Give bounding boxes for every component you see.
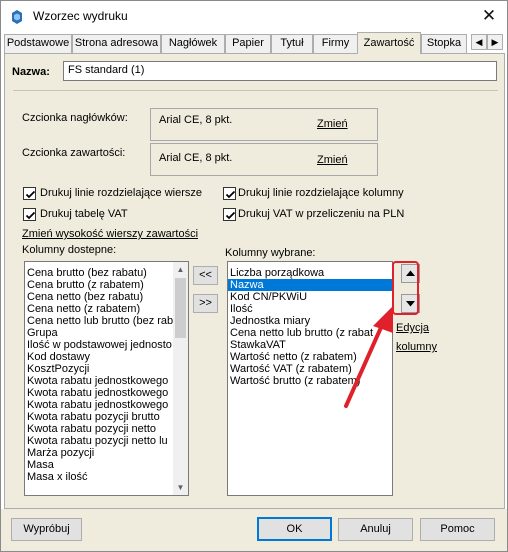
preview-button[interactable]: Wypróbuj — [11, 518, 82, 541]
content-font-box: Arial CE, 8 pkt. Zmień — [150, 143, 378, 176]
header-font-value: Arial CE, 8 pkt. — [159, 114, 233, 126]
add-column-button[interactable]: << — [193, 266, 218, 285]
header-font-change-link[interactable]: Zmień — [317, 118, 348, 130]
available-list-item[interactable]: KosztPozycji — [25, 363, 172, 375]
tab-stopka[interactable]: Stopka — [421, 34, 467, 53]
vat-pln-checkbox[interactable] — [223, 208, 236, 221]
edit-columns-link-line2[interactable]: kolumny — [396, 341, 437, 353]
available-list-item[interactable]: Cena netto (bez rabatu) — [25, 291, 172, 303]
vat-table-label: Drukuj tabelę VAT — [40, 208, 128, 220]
tab-papier[interactable]: Papier — [225, 34, 271, 53]
available-list-item[interactable]: Kwota rabatu pozycji netto lu — [25, 435, 172, 447]
content-font-change-link[interactable]: Zmień — [317, 154, 348, 166]
available-list-item[interactable]: Cena brutto (z rabatem) — [25, 279, 172, 291]
scroll-thumb[interactable] — [175, 278, 186, 338]
tab-podstawowe[interactable]: Podstawowe — [4, 34, 72, 53]
tab-zawartosc[interactable]: Zawartość — [357, 32, 421, 54]
divider — [13, 90, 498, 91]
available-list-item[interactable]: Kwota rabatu jednostkowego — [25, 375, 172, 387]
name-label: Nazwa: — [12, 66, 50, 78]
available-items: Cena brutto (bez rabatu) Cena brutto (z r… — [25, 262, 188, 483]
row-lines-checkbox[interactable] — [23, 187, 36, 200]
content-font-label: Czcionka zawartości: — [22, 147, 126, 159]
annotation-arrow-icon — [344, 306, 393, 408]
available-list-item[interactable]: Kwota rabatu jednostkowego — [25, 387, 172, 399]
content-font-value: Arial CE, 8 pkt. — [159, 152, 233, 164]
tab-naglowek[interactable]: Nagłówek — [161, 34, 225, 53]
header-font-label: Czcionka nagłówków: — [22, 112, 128, 124]
row-lines-label: Drukuj linie rozdzielające wiersze — [40, 187, 203, 199]
cancel-button[interactable]: Anuluj — [338, 518, 413, 541]
available-list-item[interactable]: Cena netto lub brutto (bez rab — [25, 315, 173, 327]
col-lines-checkbox[interactable] — [223, 187, 236, 200]
app-icon — [12, 10, 22, 24]
scroll-up-icon[interactable]: ▲ — [173, 262, 188, 277]
col-lines-label: Drukuj linie rozdzielające kolumny — [238, 187, 404, 199]
available-list-item[interactable]: Ilość w podstawowej jednosto — [25, 339, 172, 351]
button-bar: Wypróbuj OK Anuluj Pomoc — [1, 509, 507, 551]
selected-list-item[interactable]: Nazwa — [228, 279, 392, 291]
available-list-item[interactable]: Cena brutto (bez rabatu) — [25, 267, 172, 279]
vat-table-checkbox[interactable] — [23, 208, 36, 221]
scroll-down-icon[interactable]: ▼ — [173, 480, 188, 495]
tab-tytul[interactable]: Tytuł — [271, 34, 313, 53]
remove-column-button[interactable]: >> — [193, 294, 218, 313]
available-list-item[interactable]: Masa — [25, 459, 172, 471]
available-scrollbar[interactable]: ▲ ▼ — [173, 262, 188, 495]
tab-strona-adresowa[interactable]: Strona adresowa — [72, 34, 161, 53]
header-font-box: Arial CE, 8 pkt. Zmień — [150, 108, 378, 141]
available-columns-label: Kolumny dostepne: — [22, 244, 117, 256]
tab-scroll-left-icon[interactable]: ◀ — [471, 34, 487, 50]
vat-pln-label: Drukuj VAT w przeliczeniu na PLN — [238, 208, 405, 220]
available-list-item[interactable]: Kwota rabatu pozycji brutto — [25, 411, 172, 423]
selected-list-item[interactable]: Liczba porządkowa — [228, 267, 392, 279]
row-height-link[interactable]: Zmień wysokość wierszy zawartości — [22, 228, 198, 240]
available-list-item[interactable]: Masa x ilość — [25, 471, 172, 483]
title-bar: Wzorzec wydruku ✕ — [1, 1, 507, 31]
name-input[interactable]: FS standard (1) — [63, 61, 497, 81]
ok-button[interactable]: OK — [257, 517, 332, 541]
available-columns-list[interactable]: Cena brutto (bez rabatu) Cena brutto (z r… — [24, 261, 189, 496]
selected-columns-label: Kolumny wybrane: — [225, 247, 316, 259]
print-template-dialog: Wzorzec wydruku ✕ Podstawowe Strona adre… — [0, 0, 508, 552]
help-button[interactable]: Pomoc — [420, 518, 495, 541]
available-list-item[interactable]: Kwota rabatu pozycji netto — [25, 423, 172, 435]
available-list-item[interactable]: Grupa — [25, 327, 172, 339]
available-list-item[interactable]: Kod dostawy — [25, 351, 172, 363]
available-list-item[interactable]: Marża pozycji — [25, 447, 172, 459]
tab-strip: Podstawowe Strona adresowa Nagłówek Papi… — [4, 32, 505, 54]
available-list-item[interactable]: Kwota rabatu jednostkowego — [25, 399, 172, 411]
tab-firmy[interactable]: Firmy — [313, 34, 358, 53]
content-panel: Nazwa: FS standard (1) Czcionka nagłówkó… — [4, 53, 505, 509]
window-title: Wzorzec wydruku — [33, 9, 128, 23]
close-icon[interactable]: ✕ — [475, 3, 503, 29]
available-list-item[interactable]: Cena netto (z rabatem) — [25, 303, 172, 315]
tab-scroll-right-icon[interactable]: ▶ — [487, 34, 503, 50]
